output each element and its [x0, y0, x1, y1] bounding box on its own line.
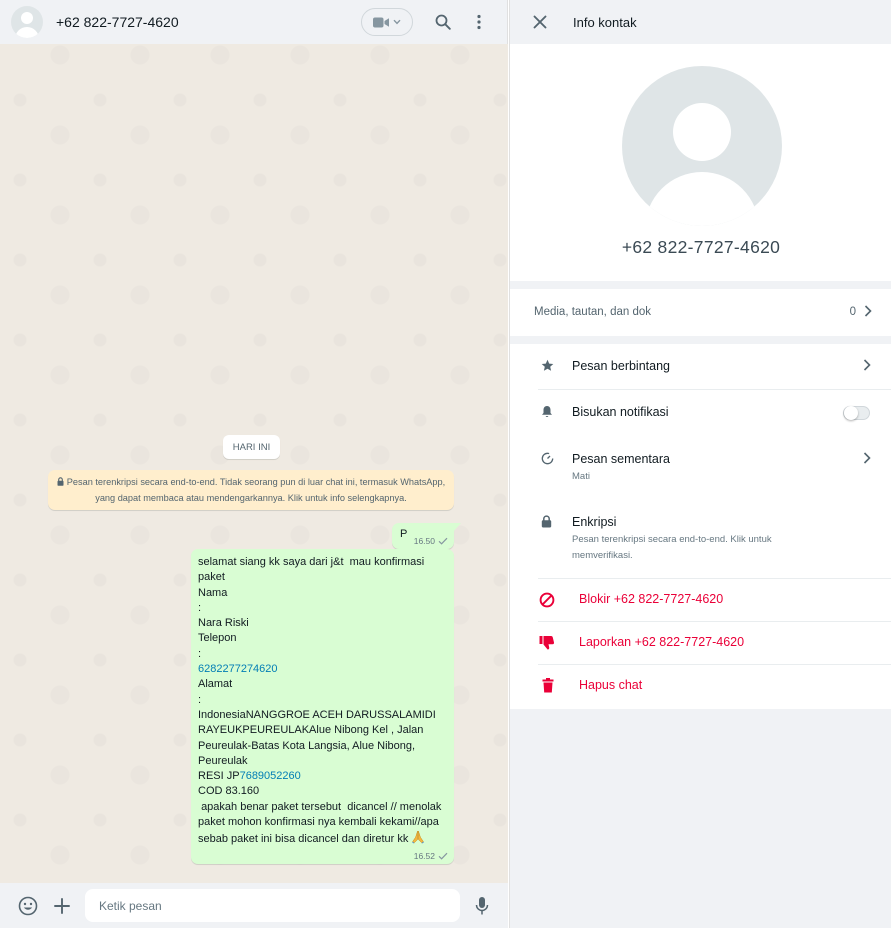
menu-icon	[477, 14, 481, 30]
star-icon	[541, 359, 554, 371]
message-text: selamat siang kk saya dari j&t mau konfi…	[198, 555, 446, 848]
mute-label: Bisukan notifikasi	[572, 405, 669, 419]
video-icon	[373, 17, 389, 27]
trash-icon	[542, 678, 554, 693]
delete-label: Hapus chat	[579, 678, 643, 692]
options-section: Pesan berbintang Bisukan notifikasi Pesa…	[510, 344, 891, 709]
chevron-right-icon	[863, 452, 871, 464]
mute-toggle[interactable]	[843, 406, 870, 420]
media-row[interactable]: Media, tautan, dan dok 0	[510, 289, 891, 336]
encryption-row[interactable]: Enkripsi Pesan terenkripsi secara end-to…	[510, 490, 891, 578]
close-button[interactable]	[526, 8, 554, 36]
profile-avatar[interactable]	[622, 66, 782, 226]
timer-icon	[541, 452, 554, 465]
emoji-icon	[18, 896, 38, 915]
chat-header[interactable]: +62 822-7727-4620	[0, 0, 508, 44]
lock-icon	[57, 477, 64, 486]
date-chip: HARI INI	[223, 435, 280, 459]
search-button[interactable]	[429, 8, 457, 36]
info-title: Info kontak	[573, 14, 637, 30]
message-bubble-outgoing[interactable]: P 16.50	[392, 523, 461, 549]
encryption-label: Enkripsi	[572, 515, 617, 529]
menu-button[interactable]	[465, 8, 493, 36]
message-text-part: COD 83.160 apakah benar paket tersebut d…	[198, 785, 442, 846]
encryption-notice[interactable]: Pesan terenkripsi secara end-to-end. Tid…	[48, 470, 454, 510]
composer	[0, 883, 508, 928]
message-text-part: Alamat : IndonesiaNANGGROE ACEH DARUSSAL…	[198, 678, 436, 783]
disappearing-messages-row[interactable]: Pesan sementara Mati	[510, 436, 891, 490]
block-label: Blokir +62 822-7727-4620	[579, 592, 724, 606]
report-contact-row[interactable]: Laporkan +62 822-7727-4620	[510, 622, 891, 664]
check-icon	[438, 852, 448, 860]
media-label: Media, tautan, dan dok	[534, 306, 651, 318]
starred-messages-row[interactable]: Pesan berbintang	[510, 344, 891, 389]
starred-label: Pesan berbintang	[572, 359, 670, 373]
contact-avatar[interactable]	[11, 6, 43, 38]
message-bubble-outgoing[interactable]: selamat siang kk saya dari j&t mau konfi…	[191, 549, 454, 864]
disappearing-label: Pesan sementara	[572, 452, 670, 466]
chevron-down-icon	[393, 19, 401, 25]
contact-name[interactable]: +62 822-7727-4620	[56, 14, 179, 30]
check-icon	[438, 537, 448, 545]
block-contact-row[interactable]: Blokir +62 822-7727-4620	[510, 579, 891, 621]
disappearing-status: Mati	[572, 471, 590, 482]
block-icon	[539, 592, 555, 608]
encryption-notice-text: Pesan terenkripsi secara end-to-end. Tid…	[66, 477, 446, 503]
report-label: Laporkan +62 822-7727-4620	[579, 635, 745, 649]
message-meta: 16.50	[414, 536, 448, 546]
media-count: 0	[849, 306, 856, 318]
voice-message-button[interactable]	[468, 892, 496, 920]
message-time: 16.52	[413, 851, 435, 861]
profile-phone: +62 822-7727-4620	[621, 237, 781, 257]
resi-link[interactable]: 7689052260	[240, 770, 301, 782]
info-header: Info kontak	[510, 0, 891, 44]
message-text: P	[400, 528, 408, 540]
message-meta: 16.52	[414, 851, 448, 861]
contact-info-pane: Info kontak +62 822-7727-4620 Media, tau…	[509, 0, 891, 928]
chevron-right-icon	[863, 359, 871, 371]
attach-button[interactable]	[48, 892, 76, 920]
lock-icon	[541, 515, 552, 528]
praying-hands-icon	[412, 831, 425, 845]
message-text-part: selamat siang kk saya dari j&t mau konfi…	[198, 556, 425, 660]
bubble-tail	[453, 523, 461, 532]
profile-section: +62 822-7727-4620	[510, 44, 891, 281]
mute-notifications-row[interactable]: Bisukan notifikasi	[510, 390, 891, 436]
close-icon	[533, 15, 547, 29]
video-call-button[interactable]	[361, 8, 413, 36]
header-actions	[361, 8, 493, 36]
thumbs-down-icon	[539, 636, 555, 650]
chevron-right-icon	[864, 305, 872, 317]
message-input[interactable]	[85, 889, 460, 922]
chat-pane: +62 822-7727-4620 HARI INI Pesan terenkr…	[0, 0, 508, 928]
search-icon	[435, 14, 451, 30]
phone-link[interactable]: 6282277274620	[198, 663, 278, 675]
message-time: 16.50	[413, 536, 435, 546]
bell-icon	[542, 406, 552, 417]
encryption-description: Pesan terenkripsi secara end-to-end. Kli…	[572, 534, 772, 561]
mic-icon	[475, 896, 489, 914]
delete-chat-row[interactable]: Hapus chat	[510, 665, 891, 707]
plus-icon	[54, 897, 70, 914]
emoji-button[interactable]	[14, 892, 42, 920]
